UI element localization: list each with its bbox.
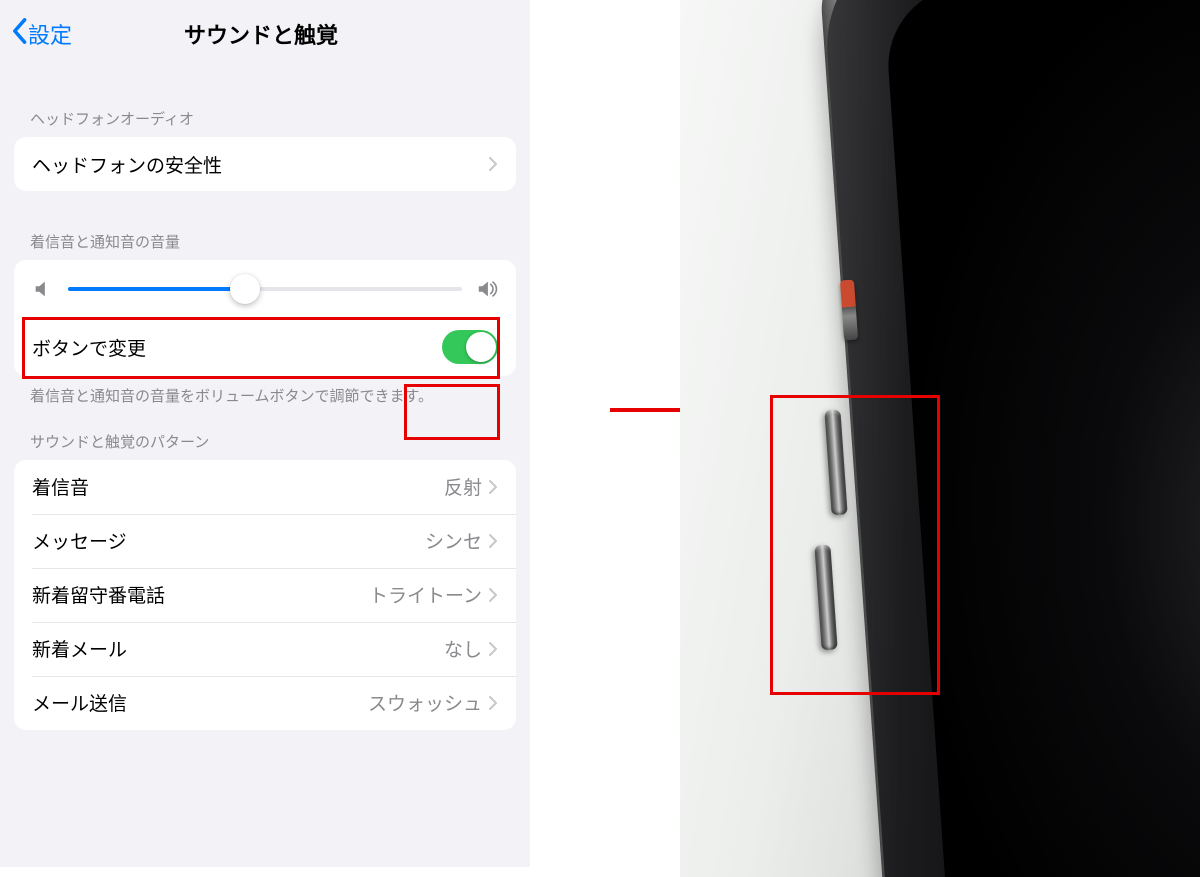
volume-up-button (824, 410, 847, 516)
group-patterns: 着信音反射メッセージシンセ新着留守番電話トライトーン新着メールなしメール送信スウ… (14, 460, 516, 730)
chevron-right-icon (488, 641, 498, 657)
row-value: 反射 (444, 473, 482, 500)
section-header-volume: 着信音と通知音の音量 (0, 231, 530, 260)
row-label: メッセージ (32, 527, 425, 554)
row-value: シンセ (425, 527, 482, 554)
toggle-label: ボタンで変更 (32, 334, 442, 361)
chevron-right-icon (488, 156, 498, 172)
group-headphone: ヘッドフォンの安全性 (14, 137, 516, 191)
slider-thumb[interactable] (230, 274, 260, 304)
right-panel (530, 0, 1200, 867)
row-pattern[interactable]: 新着メールなし (14, 622, 516, 676)
row-label: 新着メール (32, 635, 444, 662)
nav-bar: 設定 サウンドと触覚 (0, 0, 530, 68)
row-value: なし (444, 635, 482, 662)
row-pattern[interactable]: メール送信スウォッシュ (14, 676, 516, 730)
phone-body (819, 0, 1200, 877)
row-label: 新着留守番電話 (32, 581, 369, 608)
row-value: トライトーン (369, 581, 482, 608)
section-header-headphone: ヘッドフォンオーディオ (0, 108, 530, 137)
chevron-right-icon (488, 695, 498, 711)
phone-screen (883, 0, 1200, 877)
row-headphone-safety[interactable]: ヘッドフォンの安全性 (14, 137, 516, 191)
chevron-right-icon (488, 587, 498, 603)
volume-down-button (814, 545, 837, 651)
row-pattern[interactable]: 新着留守番電話トライトーン (14, 568, 516, 622)
change-with-buttons-toggle[interactable] (442, 330, 498, 364)
row-label: ヘッドフォンの安全性 (32, 151, 488, 178)
row-label: 着信音 (32, 473, 444, 500)
volume-footer-text: 着信音と通知音の音量をボリュームボタンで調節できます。 (0, 376, 530, 409)
group-volume: ボタンで変更 (14, 260, 516, 376)
volume-slider[interactable] (68, 287, 462, 291)
row-pattern[interactable]: 着信音反射 (14, 460, 516, 514)
settings-screen: 設定 サウンドと触覚 ヘッドフォンオーディオ ヘッドフォンの安全性 着信音と通知… (0, 0, 530, 867)
speaker-high-icon (476, 278, 498, 300)
row-label: メール送信 (32, 689, 368, 716)
page-title: サウンドと触覚 (2, 18, 520, 50)
phone-photo (680, 0, 1200, 877)
row-value: スウォッシュ (368, 689, 482, 716)
chevron-right-icon (488, 533, 498, 549)
row-change-with-buttons: ボタンで変更 (14, 318, 516, 376)
speaker-low-icon (32, 278, 54, 300)
toggle-knob (466, 332, 496, 362)
row-pattern[interactable]: メッセージシンセ (14, 514, 516, 568)
chevron-right-icon (488, 479, 498, 495)
volume-slider-row (14, 260, 516, 318)
slider-fill (68, 287, 245, 291)
section-header-patterns: サウンドと触覚のパターン (0, 431, 530, 460)
